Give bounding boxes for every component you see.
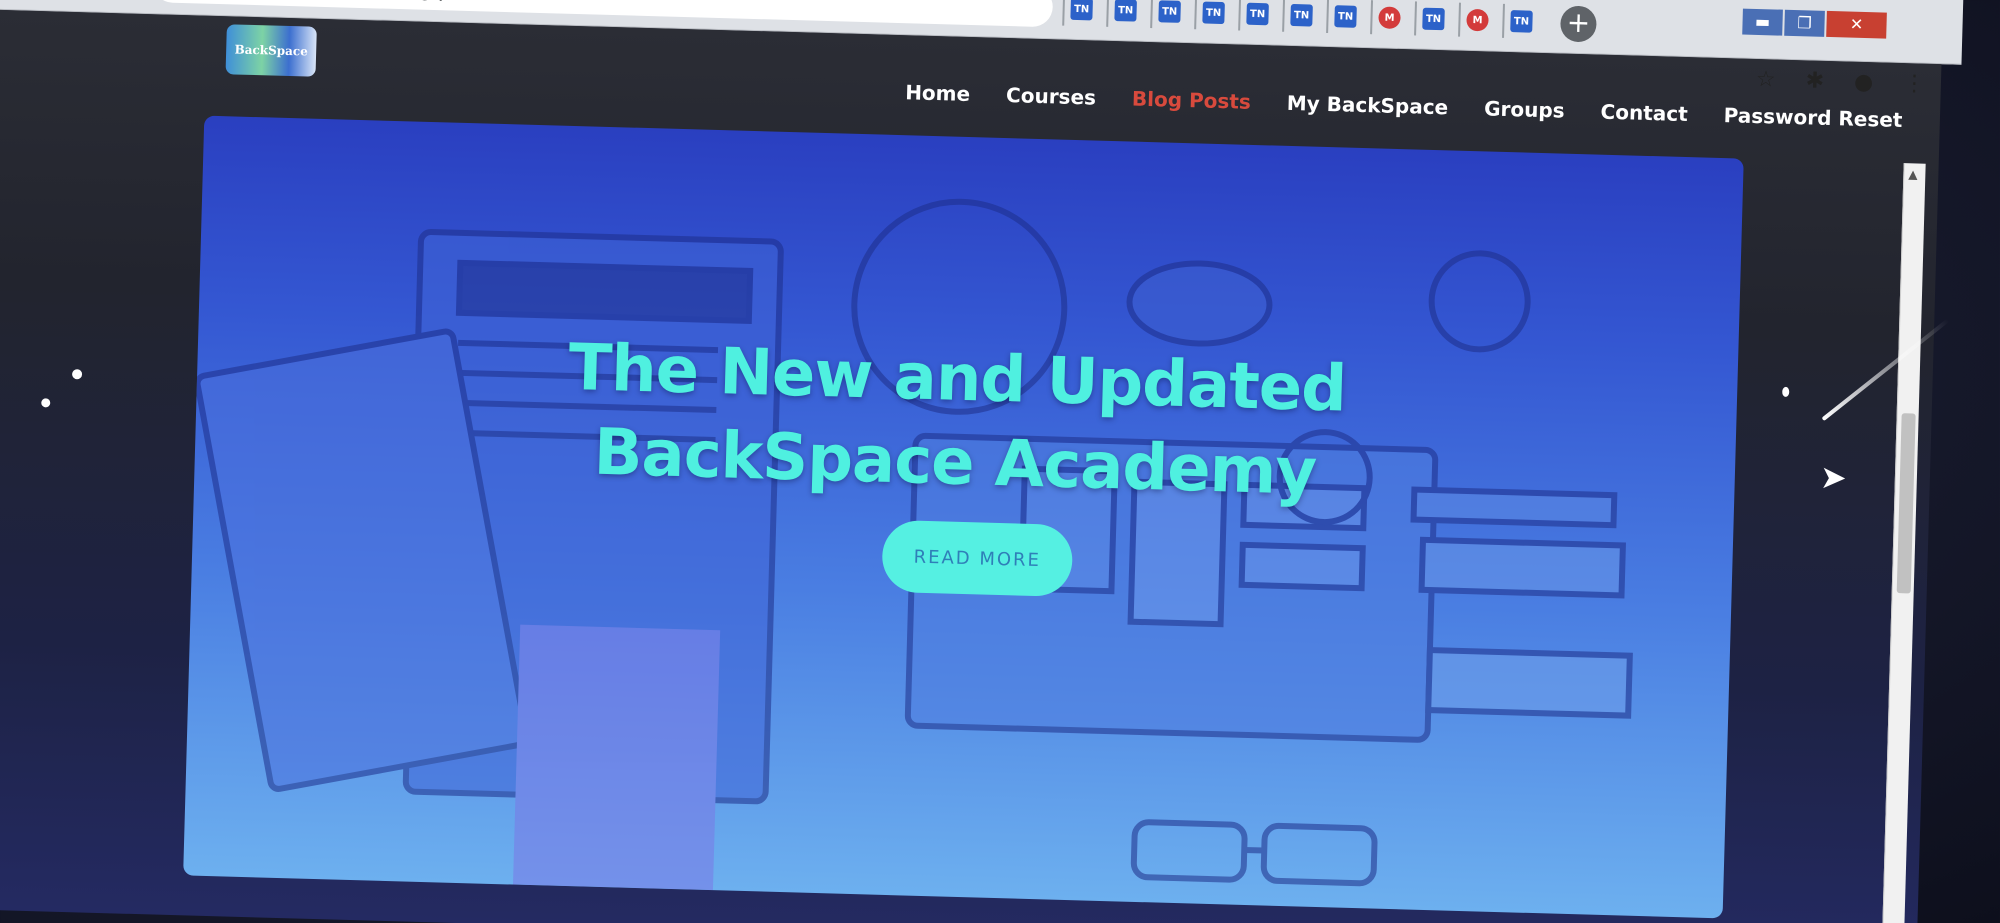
nav-contact[interactable]: Contact [1600, 100, 1688, 126]
tab-favicon-icon: TN [1334, 5, 1357, 28]
tab-favicon-icon: TN [1070, 0, 1093, 21]
tab-favicon-icon: TN [1510, 10, 1533, 33]
tab[interactable]: TN [1502, 3, 1537, 39]
scroll-thumb[interactable] [1896, 413, 1916, 594]
tab[interactable]: TN [1326, 0, 1362, 34]
hero-illustration [194, 198, 1633, 891]
tab[interactable]: TN [1106, 0, 1142, 28]
nav-my-backspace[interactable]: My BackSpace [1286, 91, 1448, 119]
tab-favicon-icon: TN [1422, 7, 1445, 31]
tab-favicon-icon: M [1378, 6, 1401, 30]
star-icon[interactable]: ☆ [1756, 67, 1776, 93]
nav-blog-posts[interactable]: Blog Posts [1132, 87, 1252, 114]
tab[interactable]: TN [1238, 0, 1274, 32]
tab-favicon-icon: TN [1202, 1, 1225, 25]
tab[interactable]: TN [1194, 0, 1230, 31]
window-controls: ▬ ❐ ✕ [1742, 8, 1887, 39]
close-window-button[interactable]: ✕ [1826, 10, 1887, 39]
tab[interactable]: TN [1282, 0, 1318, 33]
tab-favicon-icon: TN [1246, 2, 1269, 26]
browser-toolbar-icons: ☆ ✱ ● ⋮ [1756, 67, 1926, 97]
page-scrollbar[interactable]: ▲ ▼ [1881, 163, 1926, 923]
nav-groups[interactable]: Groups [1484, 96, 1565, 122]
tab[interactable]: M [1370, 0, 1406, 36]
minimize-button[interactable]: ▬ [1742, 8, 1783, 36]
tab[interactable]: TN [1414, 1, 1449, 37]
tab-favicon-icon: TN [1158, 0, 1181, 23]
scroll-up-icon[interactable]: ▲ [1908, 167, 1918, 181]
tab-favicon-icon: M [1466, 8, 1489, 32]
kebab-menu-icon[interactable]: ⋮ [1903, 71, 1926, 97]
new-tab-button[interactable]: + [1559, 5, 1597, 43]
tab[interactable]: TN [1062, 0, 1098, 27]
profile-icon[interactable]: ● [1854, 70, 1874, 96]
restore-button[interactable]: ❐ [1784, 9, 1825, 37]
nav-password-reset[interactable]: Password Reset [1723, 103, 1902, 132]
web-page: ☆ ✱ ● ⋮ BackSpace Home Courses Blog Post… [0, 9, 1942, 923]
tab[interactable]: M [1458, 2, 1493, 38]
nav-courses[interactable]: Courses [1006, 83, 1097, 110]
site-logo[interactable]: BackSpace [225, 24, 317, 77]
hero-title: The New and Updated BackSpace Academy [567, 330, 1348, 510]
nav-home[interactable]: Home [905, 80, 971, 106]
read-more-button[interactable]: READ MORE [881, 519, 1074, 598]
tab-favicon-icon: TN [1290, 3, 1313, 27]
photographed-screen: backspace.academy/blog-posts/ TN TN TN T… [0, 0, 2000, 923]
mouse-cursor-icon: ➤ [1819, 457, 1848, 497]
main-nav: Home Courses Blog Posts My BackSpace Gro… [905, 80, 1903, 132]
tab-favicon-icon: TN [1114, 0, 1137, 22]
puzzle-icon[interactable]: ✱ [1805, 68, 1824, 94]
tab[interactable]: TN [1150, 0, 1186, 29]
hero-banner: The New and Updated BackSpace Academy RE… [183, 115, 1744, 919]
tab-strip: TN TN TN TN TN TN TN M TN M TN + [1062, 0, 1597, 43]
